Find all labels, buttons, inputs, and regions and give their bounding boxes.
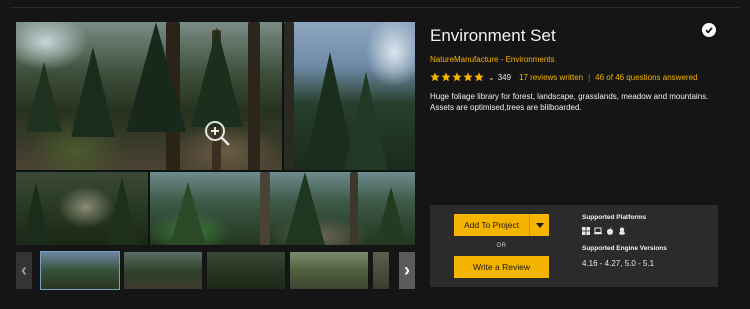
separator: | bbox=[588, 72, 591, 82]
rating-row: ⌄ 349 17 reviews written | 46 of 46 ques… bbox=[430, 71, 697, 83]
star-icon bbox=[441, 72, 451, 82]
engine-versions: 4.16 - 4.27, 5.0 - 5.1 bbox=[582, 259, 655, 268]
thumbnail-1[interactable] bbox=[40, 251, 120, 290]
screenshot-forest-path bbox=[16, 22, 282, 170]
add-to-project-label: Add To Project bbox=[464, 220, 520, 230]
platform-icons bbox=[582, 227, 626, 235]
chevron-down-icon[interactable]: ⌄ bbox=[488, 73, 495, 82]
screenshot-rock-cliff bbox=[16, 172, 148, 245]
questions-link[interactable]: 46 of 46 questions answered bbox=[595, 73, 697, 82]
star-icon bbox=[463, 72, 473, 82]
linux-icon bbox=[619, 227, 625, 235]
star-rating[interactable] bbox=[430, 72, 484, 82]
thumbnail-2[interactable] bbox=[124, 252, 202, 289]
product-title: Environment Set bbox=[430, 26, 556, 45]
screenshot-ferns bbox=[150, 172, 415, 245]
laptop-icon bbox=[594, 227, 602, 235]
apple-icon bbox=[607, 227, 613, 235]
rating-count: 349 bbox=[497, 72, 512, 82]
add-to-project-button[interactable]: Add To Project bbox=[454, 214, 549, 236]
product-description: Huge foliage library for forest, landsca… bbox=[430, 92, 709, 112]
thumbnail-4[interactable] bbox=[290, 252, 368, 289]
thumbnail-3[interactable] bbox=[207, 252, 285, 289]
screenshot-pine-sky bbox=[284, 22, 415, 170]
media-gallery: ‹ › bbox=[16, 22, 415, 290]
thumbnail-5[interactable] bbox=[373, 252, 389, 289]
star-icon bbox=[430, 72, 440, 82]
checkmark-icon[interactable] bbox=[702, 23, 716, 37]
purchase-panel: Add To Project OR Write a Review Support… bbox=[430, 205, 718, 287]
write-review-button[interactable]: Write a Review bbox=[454, 256, 549, 278]
engine-versions-title: Supported Engine Versions bbox=[582, 245, 667, 252]
or-divider: OR bbox=[496, 243, 507, 249]
windows-icon bbox=[582, 227, 590, 235]
caret-down-icon[interactable] bbox=[529, 214, 549, 236]
chevron-left-icon[interactable]: ‹ bbox=[16, 252, 32, 289]
chevron-right-icon[interactable]: › bbox=[399, 252, 415, 289]
magnifier-plus-icon[interactable] bbox=[202, 118, 232, 148]
star-icon bbox=[474, 72, 484, 82]
thumbnail-strip: ‹ › bbox=[16, 251, 415, 290]
star-icon bbox=[452, 72, 462, 82]
main-screenshot[interactable] bbox=[16, 22, 415, 245]
reviews-link[interactable]: 17 reviews written bbox=[519, 73, 583, 82]
publisher-link[interactable]: NatureManufacture - Environments bbox=[430, 55, 555, 64]
platforms-title: Supported Platforms bbox=[582, 214, 647, 221]
top-divider bbox=[10, 7, 740, 8]
